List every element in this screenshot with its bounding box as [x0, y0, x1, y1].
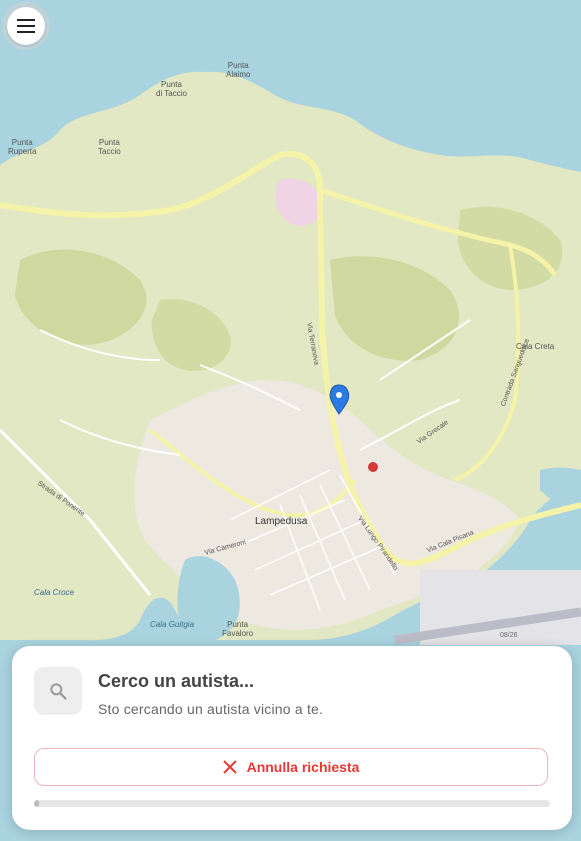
- town-label: Lampedusa: [255, 516, 308, 527]
- place-label: Punta Alaimo: [226, 61, 251, 79]
- sheet-title: Cerco un autista...: [98, 671, 255, 691]
- driver-search-sheet: Cerco un autista... Sto cercando un auti…: [12, 646, 572, 830]
- place-label: Punta Ruperta: [8, 138, 37, 156]
- bay-label: Cala Croce: [34, 588, 75, 597]
- runway-label: 08/26: [500, 632, 518, 639]
- search-icon: [50, 683, 67, 700]
- menu-button-inner[interactable]: [7, 7, 45, 45]
- place-label: Punta di Taccio: [156, 80, 187, 98]
- place-label: Punta Favaloro: [222, 620, 254, 638]
- cancel-request-label: Annulla richiesta: [246, 759, 360, 775]
- sheet-subtitle: Sto cercando un autista vicino a te.: [98, 701, 324, 717]
- bay-label: Cala Guitgia: [150, 620, 195, 629]
- cancel-request-button[interactable]: Annulla richiesta: [34, 748, 548, 786]
- search-progress-bar: [34, 800, 550, 807]
- place-label: Punta Taccio: [98, 138, 121, 156]
- search-progress-fill: [34, 800, 40, 807]
- pharmacy-marker[interactable]: [368, 462, 378, 472]
- hamburger-menu-icon: [17, 19, 35, 33]
- search-status-tile: [34, 667, 82, 715]
- menu-button[interactable]: [2, 2, 50, 50]
- close-icon: [222, 760, 237, 774]
